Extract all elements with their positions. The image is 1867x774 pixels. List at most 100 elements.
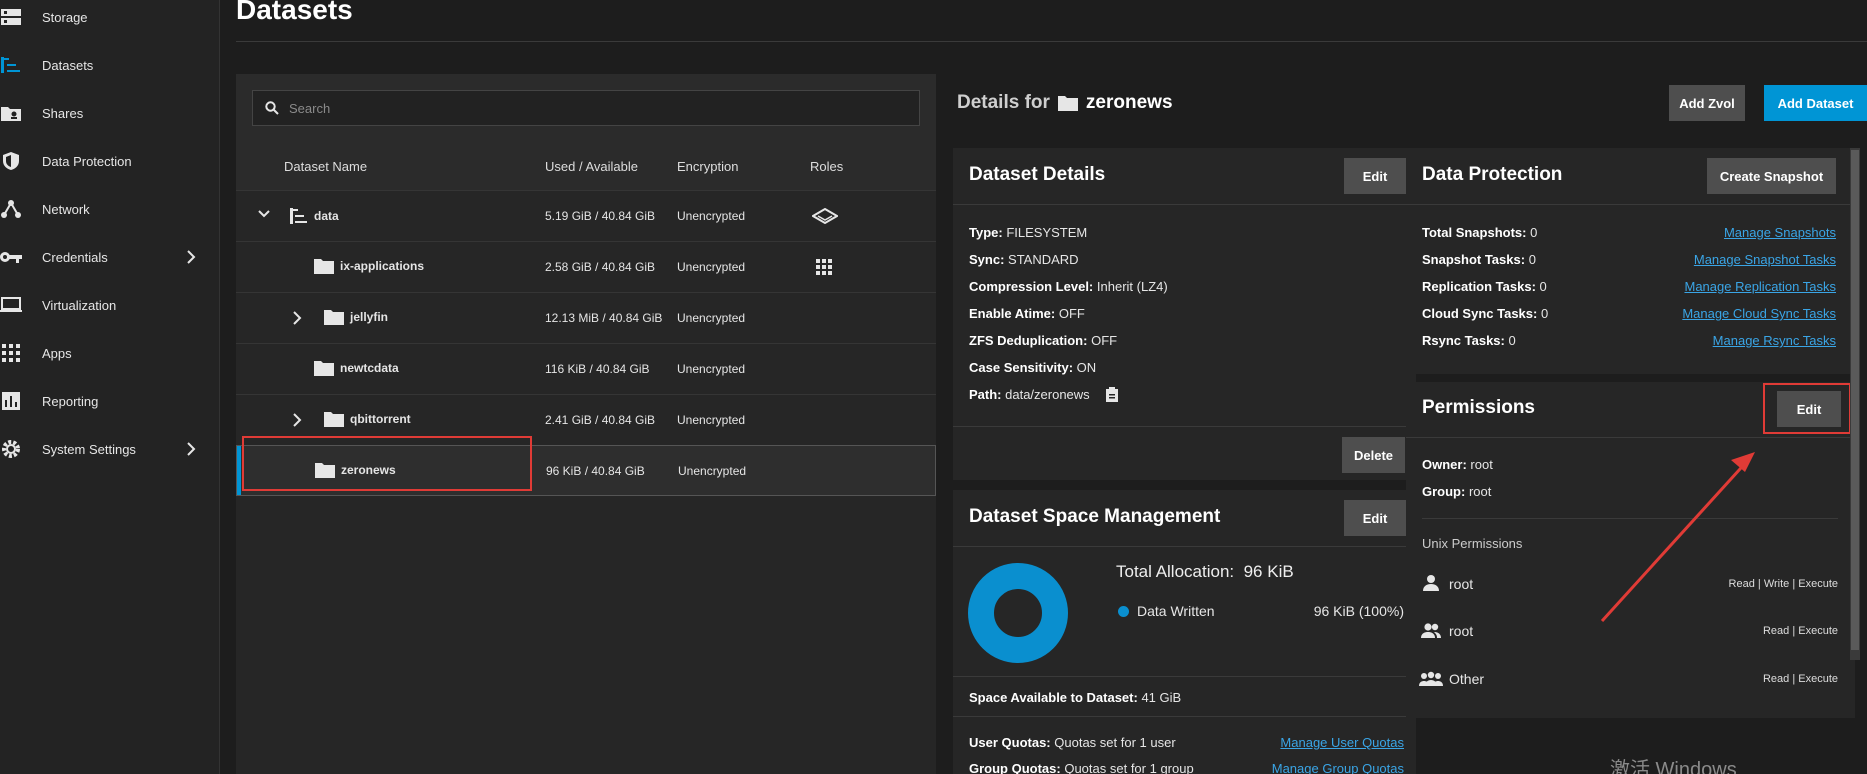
- edit-space-button[interactable]: Edit: [1344, 500, 1406, 536]
- dataset-used: 96 KiB / 40.84 GiB: [546, 464, 645, 478]
- others-icon: [1419, 671, 1443, 687]
- chevron-down-icon[interactable]: [257, 209, 271, 219]
- total-snapshots: Total Snapshots: 0: [1422, 225, 1538, 240]
- main-content: Datasets Dataset Name Used / Available E…: [220, 0, 1867, 774]
- storage-icon: [0, 6, 22, 28]
- annotation-arrow: [1600, 446, 1780, 626]
- dataset-details-card: Dataset Details Edit Type: FILESYSTEM Sy…: [953, 148, 1416, 480]
- scrollbar-thumb[interactable]: [1851, 150, 1859, 650]
- datasets-icon: [0, 54, 22, 76]
- manage-snapshot-tasks-link[interactable]: Manage Snapshot Tasks: [1694, 252, 1836, 267]
- divider: [1406, 204, 1855, 205]
- manage-replication-tasks-link[interactable]: Manage Replication Tasks: [1684, 279, 1836, 294]
- sidebar-item-network[interactable]: Network: [0, 189, 220, 229]
- shares-icon: [0, 102, 22, 124]
- sidebar-item-label: Datasets: [42, 57, 94, 73]
- sidebar-item-label: Reporting: [42, 393, 99, 409]
- table-row[interactable]: data 5.19 GiB / 40.84 GiB Unencrypted: [236, 190, 936, 241]
- page-title: Datasets: [236, 0, 353, 25]
- column-header-name[interactable]: Dataset Name: [284, 159, 367, 174]
- sidebar-item-virtualization[interactable]: Virtualization: [0, 285, 220, 325]
- space-management-card: Dataset Space Management Edit Total Allo…: [953, 490, 1416, 774]
- manage-cloud-sync-tasks-link[interactable]: Manage Cloud Sync Tasks: [1682, 306, 1836, 321]
- field-path: Path: data/zeronews: [969, 387, 1118, 402]
- chevron-right-icon: [186, 442, 196, 456]
- search-bar: [236, 74, 936, 142]
- legend-dot: [1118, 606, 1129, 617]
- card-title: Dataset Space Management: [969, 506, 1221, 527]
- laptop-icon: [0, 294, 22, 316]
- dataset-encryption: Unencrypted: [677, 413, 746, 427]
- total-allocation: Total Allocation: 96 KiB: [1116, 562, 1294, 581]
- column-header-roles[interactable]: Roles: [810, 159, 843, 174]
- manage-rsync-tasks-link[interactable]: Manage Rsync Tasks: [1713, 333, 1836, 348]
- sidebar-item-label: Data Protection: [42, 153, 132, 169]
- add-zvol-button[interactable]: Add Zvol: [1669, 85, 1745, 121]
- selection-indicator: [237, 446, 241, 495]
- apps-grid-icon: [816, 259, 832, 275]
- table-row[interactable]: ix-applications 2.58 GiB / 40.84 GiB Une…: [236, 241, 936, 292]
- add-dataset-button[interactable]: Add Dataset: [1764, 85, 1867, 121]
- chart-icon: [0, 390, 22, 412]
- rsync-tasks: Rsync Tasks: 0: [1422, 333, 1516, 348]
- sidebar-item-storage[interactable]: Storage: [0, 0, 220, 37]
- manage-group-quotas-link[interactable]: Manage Group Quotas: [1272, 761, 1404, 774]
- highlight-annotation: [1763, 383, 1851, 434]
- divider: [953, 546, 1416, 547]
- dataset-encryption: Unencrypted: [677, 311, 746, 325]
- dataset-tree-panel: Dataset Name Used / Available Encryption…: [236, 74, 936, 774]
- sidebar-item-apps[interactable]: Apps: [0, 333, 220, 373]
- permission-entry-name: root: [1449, 623, 1474, 639]
- folder-icon: [314, 360, 334, 376]
- chevron-right-icon[interactable]: [292, 413, 302, 427]
- search-icon: [265, 101, 279, 115]
- sidebar-item-label: Credentials: [42, 249, 108, 265]
- folder-icon: [314, 258, 334, 274]
- network-icon: [0, 198, 22, 220]
- create-snapshot-button[interactable]: Create Snapshot: [1707, 158, 1836, 194]
- sidebar-item-reporting[interactable]: Reporting: [0, 381, 220, 421]
- sidebar-item-label: Virtualization: [42, 297, 117, 313]
- sidebar-item-label: Storage: [42, 9, 88, 25]
- divider: [1406, 437, 1855, 438]
- clipboard-icon[interactable]: [1105, 387, 1118, 402]
- field-compression: Compression Level: Inherit (LZ4): [969, 279, 1168, 294]
- title-divider: [236, 41, 1867, 42]
- sidebar-item-data-protection[interactable]: Data Protection: [0, 141, 220, 181]
- permissions-owner: Owner: root: [1422, 457, 1493, 472]
- details-header: Details for zeronews: [957, 92, 1173, 114]
- sidebar-item-shares[interactable]: Shares: [0, 93, 220, 133]
- sidebar-item-credentials[interactable]: Credentials: [0, 237, 220, 277]
- apps-grid-icon: [0, 342, 22, 364]
- chevron-right-icon[interactable]: [292, 311, 302, 325]
- permissions-group: Group: root: [1422, 484, 1492, 499]
- search-box: [252, 90, 920, 126]
- delete-dataset-button[interactable]: Delete: [1342, 437, 1405, 473]
- divider: [953, 676, 1416, 677]
- field-atime: Enable Atime: OFF: [969, 306, 1085, 321]
- group-icon: [1420, 622, 1442, 640]
- folder-icon: [1057, 95, 1078, 111]
- sidebar-item-label: Network: [42, 201, 90, 217]
- column-header-encryption[interactable]: Encryption: [677, 159, 738, 174]
- sidebar-item-label: Shares: [42, 105, 84, 121]
- dataset-encryption: Unencrypted: [677, 362, 746, 376]
- permission-entry-name: Other: [1449, 671, 1485, 687]
- sidebar-item-system-settings[interactable]: System Settings: [0, 429, 220, 469]
- dataset-name: newtcdata: [340, 361, 399, 375]
- gear-icon: [0, 438, 22, 460]
- column-header-used[interactable]: Used / Available: [545, 159, 638, 174]
- dataset-used: 5.19 GiB / 40.84 GiB: [545, 209, 656, 223]
- manage-snapshots-link[interactable]: Manage Snapshots: [1724, 225, 1836, 240]
- scrollbar-track[interactable]: [1850, 148, 1860, 660]
- permission-entry-perms: Read | Execute: [1762, 673, 1838, 685]
- field-dedup: ZFS Deduplication: OFF: [969, 333, 1118, 348]
- replication-tasks: Replication Tasks: 0: [1422, 279, 1547, 294]
- donut-chart: [967, 562, 1069, 664]
- sidebar-item-datasets[interactable]: Datasets: [0, 45, 220, 85]
- manage-user-quotas-link[interactable]: Manage User Quotas: [1280, 735, 1404, 750]
- search-input[interactable]: [289, 100, 889, 116]
- table-row[interactable]: newtcdata 116 KiB / 40.84 GiB Unencrypte…: [236, 343, 936, 394]
- edit-details-button[interactable]: Edit: [1344, 158, 1406, 194]
- table-row[interactable]: jellyfin 12.13 MiB / 40.84 GiB Unencrypt…: [236, 292, 936, 343]
